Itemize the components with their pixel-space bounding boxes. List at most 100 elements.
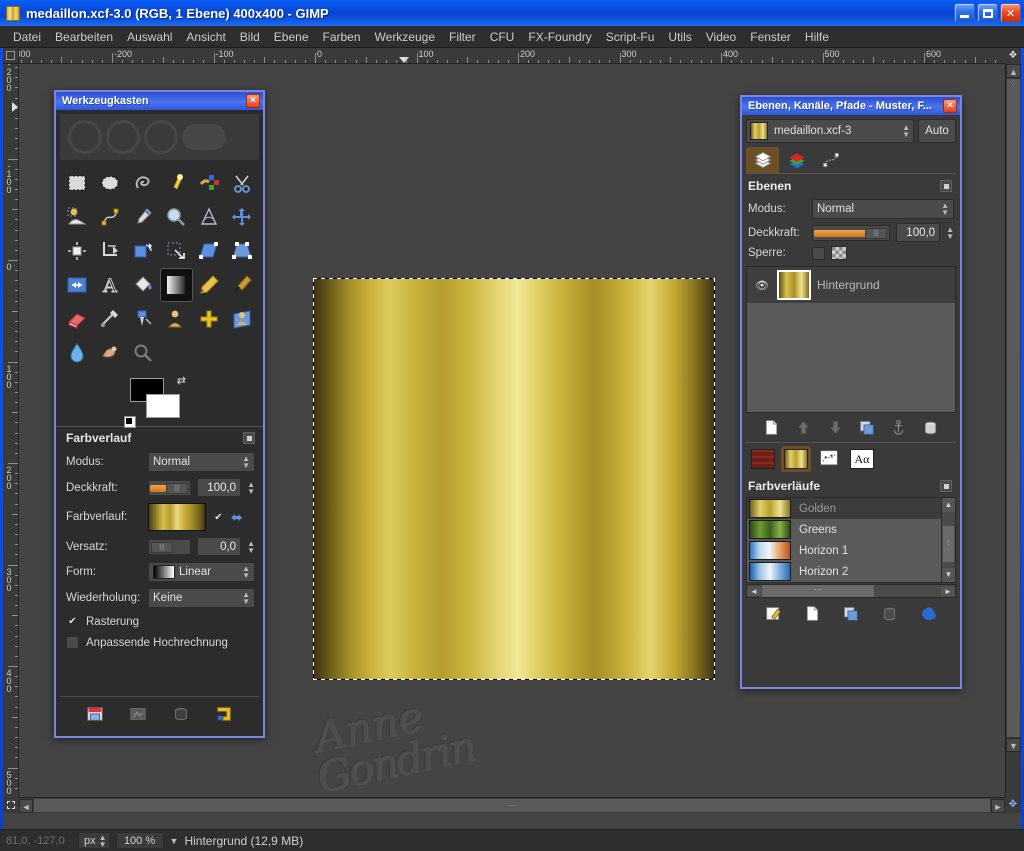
dodge-burn-tool[interactable] — [126, 336, 159, 370]
lock-alpha-icon[interactable] — [831, 246, 847, 260]
menu-farben[interactable]: Farben — [316, 28, 368, 46]
opacity-slider[interactable]: ||| — [148, 479, 192, 496]
move-tool[interactable] — [226, 200, 259, 234]
paths-tool[interactable] — [93, 200, 126, 234]
shear-tool[interactable] — [193, 234, 226, 268]
gradient-reverse-icon[interactable]: ⬌ — [231, 509, 243, 526]
refresh-gradients-icon[interactable] — [920, 605, 937, 622]
free-select-tool[interactable] — [126, 166, 159, 200]
ruler-origin-button[interactable] — [3, 48, 19, 64]
scroll-down-icon[interactable]: ▼ — [1006, 738, 1021, 752]
list-item[interactable]: Greens — [747, 519, 955, 540]
layer-mode-combo[interactable]: Normal ▲ ▼ — [812, 199, 954, 219]
reset-tool-options-icon[interactable] — [215, 705, 233, 723]
layers-collapse-icon[interactable] — [940, 180, 952, 192]
minimize-button[interactable] — [954, 3, 975, 23]
scissors-select-tool[interactable] — [226, 166, 259, 200]
delete-gradient-icon[interactable] — [881, 605, 898, 622]
canvas-vertical-scrollbar[interactable]: ▲ ⋮ ▼ — [1005, 64, 1021, 797]
gradient-tool[interactable] — [159, 268, 193, 302]
save-tool-options-icon[interactable] — [86, 705, 104, 723]
foreground-select-tool[interactable] — [60, 200, 93, 234]
ellipse-select-tool[interactable] — [93, 166, 126, 200]
hscroll-thumb[interactable]: ⋯ — [33, 798, 991, 813]
gradient-hscroll-right-icon[interactable]: ► — [941, 586, 955, 596]
image-combo[interactable]: medaillon.xcf-3 ▲ ▼ — [746, 119, 914, 143]
paintbrush-tool[interactable] — [226, 268, 259, 302]
edit-gradient-icon[interactable] — [765, 605, 782, 622]
vscroll-thumb[interactable]: ⋮ — [1006, 78, 1021, 738]
duplicate-layer-icon[interactable] — [858, 419, 875, 436]
list-item[interactable]: Golden — [747, 498, 955, 519]
menu-fenster[interactable]: Fenster — [743, 28, 798, 46]
anchor-layer-icon[interactable] — [890, 419, 907, 436]
rect-select-tool[interactable] — [60, 166, 93, 200]
menu-bild[interactable]: Bild — [233, 28, 267, 46]
blur-sharpen-tool[interactable] — [60, 336, 93, 370]
menu-video[interactable]: Video — [699, 28, 743, 46]
menu-hilfe[interactable]: Hilfe — [798, 28, 836, 46]
delete-tool-options-icon[interactable] — [172, 705, 190, 723]
repeat-combo[interactable]: Keine ▲ ▼ — [148, 588, 255, 608]
tool-option-adaptive[interactable]: Anpassende Hochrechnung — [56, 632, 263, 653]
raise-layer-icon[interactable] — [795, 419, 812, 436]
perspective-tool[interactable] — [226, 234, 259, 268]
gradient-scroll-thumb[interactable]: ⋮ — [943, 526, 954, 562]
canvas-horizontal-scrollbar[interactable]: ◄ ⋯ ► — [19, 797, 1005, 813]
menu-cfu[interactable]: CFU — [483, 28, 522, 46]
bucket-fill-tool[interactable] — [126, 268, 159, 302]
select-by-color-tool[interactable] — [193, 166, 226, 200]
opacity-spinner-icon[interactable]: ▲ ▼ — [247, 480, 255, 495]
menu-script-fu[interactable]: Script-Fu — [599, 28, 662, 46]
eraser-tool[interactable] — [60, 302, 93, 336]
default-colors-icon[interactable] — [124, 416, 136, 428]
scroll-up-icon[interactable]: ▲ — [1006, 64, 1021, 78]
menu-bearbeiten[interactable]: Bearbeiten — [48, 28, 120, 46]
heal-tool[interactable] — [193, 302, 226, 336]
auto-button[interactable]: Auto — [918, 119, 956, 143]
tab-patterns[interactable] — [748, 446, 778, 472]
tool-options-collapse-icon[interactable] — [243, 432, 255, 444]
maximize-button[interactable] — [977, 3, 998, 23]
offset-value[interactable]: 0,0 — [197, 537, 242, 556]
layer-opacity-slider[interactable]: ||| — [812, 224, 891, 241]
gradient-scroll-down-icon[interactable]: ▼ — [942, 568, 955, 582]
layer-opacity-spinner-icon[interactable]: ▲ ▼ — [946, 225, 954, 240]
menu-werkzeuge[interactable]: Werkzeuge — [368, 28, 442, 46]
tab-layers[interactable] — [746, 147, 779, 173]
tab-fonts[interactable]: Aα — [847, 446, 877, 472]
zoom-tool[interactable] — [160, 200, 193, 234]
menu-ansicht[interactable]: Ansicht — [179, 28, 232, 46]
scale-tool[interactable] — [160, 234, 193, 268]
opacity-value[interactable]: 100,0 — [197, 478, 242, 497]
scroll-left-icon[interactable]: ◄ — [19, 798, 33, 813]
gradient-hscroll-left-icon[interactable]: ◄ — [747, 586, 761, 596]
lock-pixels-checkbox[interactable] — [812, 246, 825, 260]
close-button[interactable]: ✕ — [1000, 3, 1021, 23]
gradient-list[interactable]: Golden Greens Horizon 1 Horizon 2 ▲ ⋮ ▼ — [746, 497, 956, 583]
zoom-field[interactable]: 100 % — [115, 832, 164, 849]
unit-spinner-icon[interactable]: ▲ ▼ — [99, 833, 107, 848]
menu-auswahl[interactable]: Auswahl — [120, 28, 179, 46]
gradient-preview[interactable] — [148, 503, 206, 531]
clone-tool[interactable] — [160, 302, 193, 336]
background-color-swatch[interactable] — [146, 394, 180, 418]
measure-tool[interactable] — [193, 200, 226, 234]
layer-opacity-value[interactable]: 100,0 — [896, 223, 941, 242]
table-row[interactable]: 👁 Hintergrund — [747, 267, 955, 303]
gradient-scroll-up-icon[interactable]: ▲ — [942, 498, 955, 512]
text-tool[interactable]: A — [93, 268, 126, 302]
swap-colors-icon[interactable]: ⇄ — [177, 374, 186, 387]
layer-visibility-icon[interactable]: 👁 — [753, 279, 771, 292]
tab-channels[interactable] — [780, 147, 813, 173]
list-item-partial[interactable] — [747, 582, 955, 583]
tab-palettes[interactable] — [814, 446, 844, 472]
restore-tool-options-icon[interactable] — [129, 705, 147, 723]
offset-slider[interactable]: ||| — [148, 538, 192, 555]
navigation-preview-button[interactable]: ✥ — [1005, 797, 1021, 813]
new-gradient-icon[interactable] — [804, 605, 821, 622]
crop-tool[interactable] — [93, 234, 126, 268]
rotate-tool[interactable] — [126, 234, 159, 268]
adaptive-checkbox[interactable] — [66, 636, 79, 649]
new-layer-icon[interactable] — [763, 419, 780, 436]
